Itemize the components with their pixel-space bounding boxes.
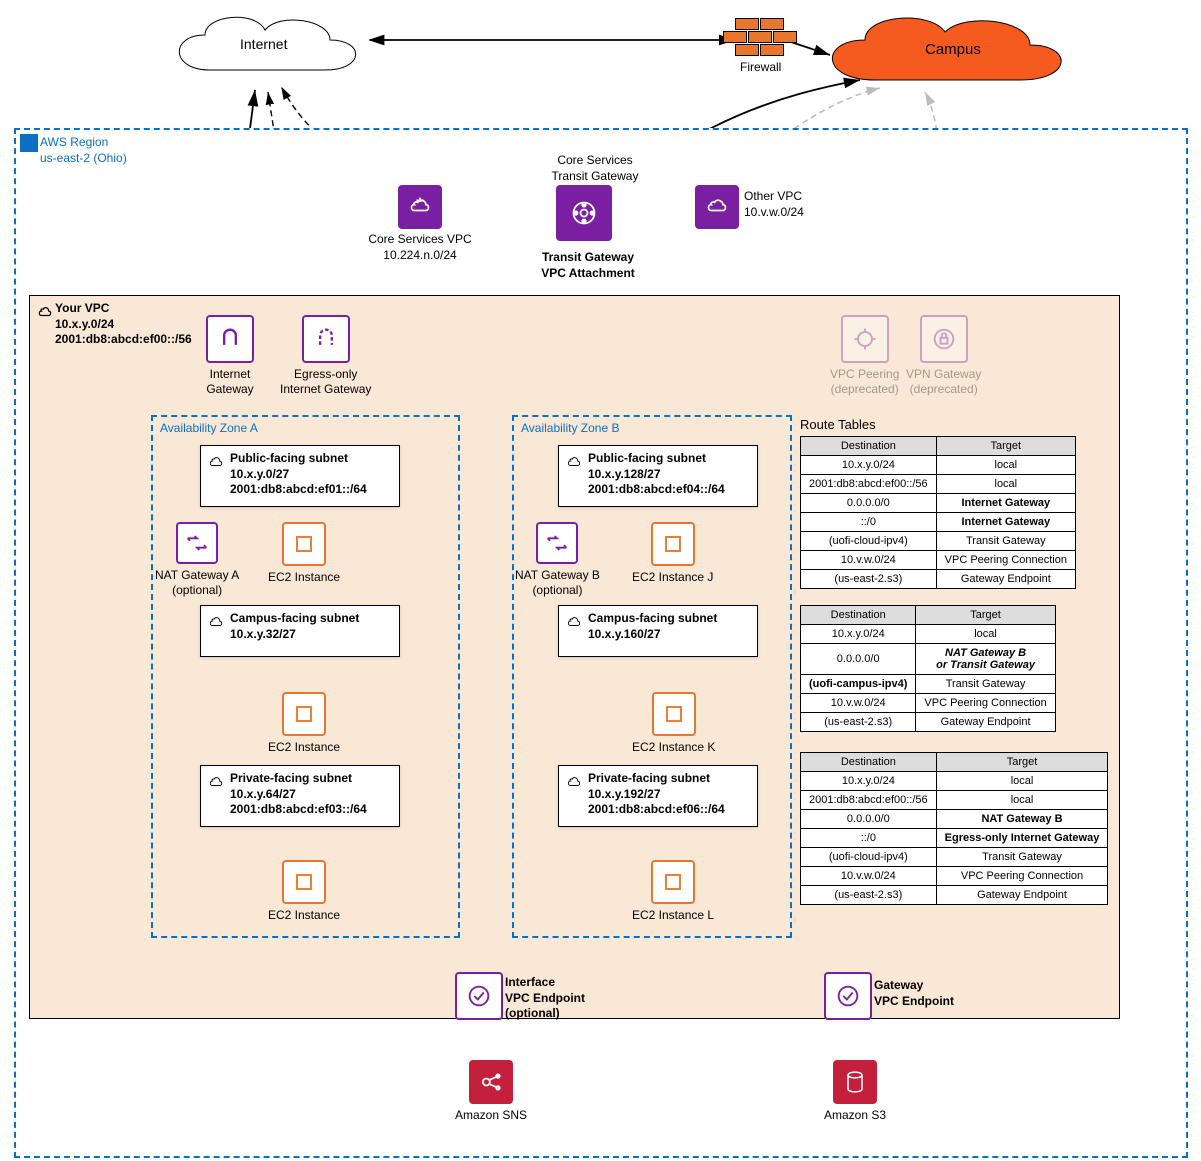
vpc-icon (36, 302, 54, 320)
public-a-label: Public-facing subnet 10.x.y.0/27 2001:db… (230, 451, 367, 498)
tgw-attach-label: Transit Gateway VPC Attachment (528, 250, 648, 281)
your-vpc-title: Your VPC 10.x.y.0/24 2001:db8:abcd:ef00:… (55, 301, 192, 348)
tgw-title: Core Services Transit Gateway (550, 153, 640, 184)
region-icon (20, 134, 38, 152)
igw-icon: Internet Gateway (206, 315, 254, 397)
ec2-b-public-icon: EC2 Instance J (632, 522, 713, 585)
internet-label: Internet (240, 35, 287, 53)
nat-gateway-b-icon: NAT Gateway B (optional) (515, 522, 600, 598)
core-vpc-label: Core Services VPC 10.224.n.0/24 (355, 232, 485, 263)
az-b-title: Availability Zone B (521, 421, 620, 437)
campus-b-label: Campus-facing subnet 10.x.y.160/27 (588, 611, 717, 642)
ec2-a-public-icon: EC2 Instance (268, 522, 340, 585)
s3-icon: Amazon S3 (824, 1060, 886, 1123)
other-vpc-label: Other VPC 10.v.w.0/24 (744, 189, 804, 220)
region-label: AWS Region us-east-2 (Ohio) (40, 135, 127, 166)
nat-gateway-a-icon: NAT Gateway A (optional) (155, 522, 239, 598)
interface-endpoint-label: Interface VPC Endpoint (optional) (505, 975, 585, 1022)
eigw-icon: Egress-only Internet Gateway (280, 315, 371, 397)
diagram-canvas: { "top": { "internet": "Internet", "camp… (0, 0, 1201, 1161)
campus-a-label: Campus-facing subnet 10.x.y.32/27 (230, 611, 359, 642)
firewall-label: Firewall (740, 60, 781, 76)
campus-label: Campus (925, 40, 981, 60)
other-vpc-icon (695, 185, 739, 229)
private-b-label: Private-facing subnet 10.x.y.192/27 2001… (588, 771, 725, 818)
public-b-label: Public-facing subnet 10.x.y.128/27 2001:… (588, 451, 725, 498)
ec2-b-private-icon: EC2 Instance L (632, 860, 714, 923)
gateway-endpoint-label: Gateway VPC Endpoint (874, 978, 954, 1009)
route-table-private: DestinationTarget10.x.y.0/24local2001:db… (800, 752, 1108, 905)
firewall-icon (735, 18, 785, 56)
ec2-a-campus-icon: EC2 Instance (268, 692, 340, 755)
core-vpc-icon (398, 185, 442, 229)
az-a-title: Availability Zone A (160, 421, 258, 437)
gateway-endpoint-icon (824, 972, 872, 1020)
route-tables-title: Route Tables (800, 417, 876, 432)
ec2-b-campus-icon: EC2 Instance K (632, 692, 715, 755)
private-a-label: Private-facing subnet 10.x.y.64/27 2001:… (230, 771, 367, 818)
route-table-public: DestinationTarget10.x.y.0/24local2001:db… (800, 436, 1076, 589)
route-table-campus: DestinationTarget10.x.y.0/24local0.0.0.0… (800, 605, 1056, 732)
ec2-a-private-icon: EC2 Instance (268, 860, 340, 923)
transit-gateway-icon (556, 185, 612, 241)
vpn-gateway-icon: VPN Gateway (deprecated) (906, 315, 981, 397)
vpc-peering-icon: VPC Peering (deprecated) (830, 315, 899, 397)
sns-icon: Amazon SNS (455, 1060, 527, 1123)
interface-endpoint-icon (455, 972, 503, 1020)
